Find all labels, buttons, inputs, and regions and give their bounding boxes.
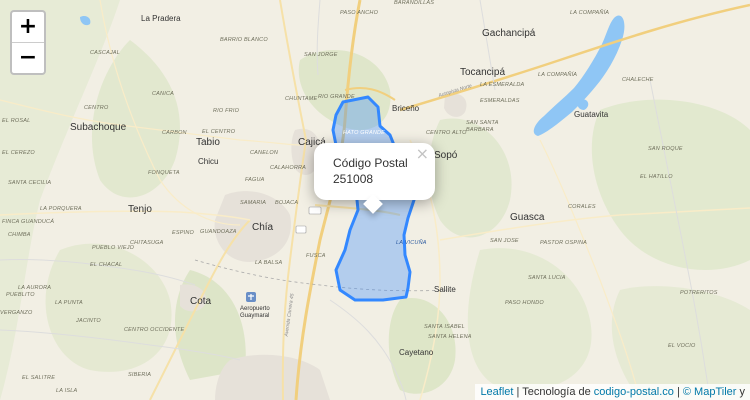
town-label: Sopó: [434, 150, 458, 161]
town-label: Chicu: [198, 157, 219, 166]
locality-label: Barandillas: [394, 0, 435, 6]
locality-label: Espino: [172, 230, 194, 236]
locality-label: Cascajal: [90, 50, 121, 56]
locality-label: Centro Occidente: [124, 327, 185, 333]
town-label: Cota: [190, 296, 212, 307]
town-label: Guatavita: [574, 110, 609, 119]
zoom-control: + −: [10, 10, 46, 75]
site-link[interactable]: codigo-postal.co: [594, 386, 674, 398]
locality-label: Hato Grande: [343, 130, 386, 136]
locality-label: Santa Helena: [428, 334, 472, 340]
locality-label: Bojaca: [275, 200, 299, 206]
locality-label: San Roque: [648, 146, 683, 152]
popup-content: Código Postal 251008: [333, 155, 408, 187]
locality-label: El Cerezo: [2, 150, 35, 156]
town-label: Briceño: [392, 104, 420, 113]
close-icon[interactable]: ×: [416, 144, 429, 163]
attribution-text: | Tecnología de: [513, 386, 594, 398]
town-label: Gachancipá: [482, 28, 536, 39]
locality-label: El Rosal: [2, 118, 31, 124]
locality-label: Pastor Ospina: [540, 240, 588, 246]
town-label: La Pradera: [141, 14, 181, 23]
locality-label: Chitasuga: [130, 240, 164, 246]
town-label: Tocancipá: [460, 67, 506, 78]
locality-label: La Isla: [56, 388, 78, 394]
locality-label: El Chacal: [90, 262, 123, 268]
town-label: Tabio: [196, 137, 220, 148]
locality-label: El Centro: [202, 129, 236, 135]
town-label: Chía: [252, 222, 274, 233]
locality-label: Santa Cecilia: [8, 180, 52, 186]
locality-label: Esmeraldas: [480, 98, 520, 104]
locality-label: Centro Alto: [426, 130, 467, 136]
locality-label: Guandoaza: [200, 229, 237, 235]
maptiler-link[interactable]: © MapTiler: [683, 386, 737, 398]
locality-label: La Porquera: [40, 206, 82, 212]
locality-label: El Vocio: [668, 343, 696, 349]
locality-label: Rio Frio: [213, 108, 240, 114]
locality-label: San Jorge: [304, 52, 338, 58]
locality-label: Fagua: [245, 177, 265, 183]
locality-label: El Hatillo: [640, 174, 673, 180]
locality-label: Chimba: [8, 232, 31, 238]
locality-label: Santa Lucia: [528, 275, 566, 281]
leaflet-link[interactable]: Leaflet: [480, 386, 513, 398]
locality-label: Paso Ancho: [340, 10, 379, 16]
locality-label: Centro: [84, 105, 109, 111]
locality-label: Verganzo: [0, 310, 33, 316]
locality-label: Finca Guanducá: [2, 219, 55, 225]
postal-code-value: 251008: [333, 172, 374, 186]
popup-title: Código Postal: [333, 156, 408, 170]
locality-label: Carbon: [162, 130, 187, 136]
locality-label: Corales: [568, 204, 596, 210]
locality-label: San Santa Barbara: [466, 120, 499, 133]
locality-label: Siberia: [128, 372, 152, 378]
town-label: Subachoque: [70, 122, 127, 133]
locality-label: Santa Isabel: [424, 324, 465, 330]
locality-label: Chuntame: [285, 96, 318, 102]
attribution-tail: y: [736, 386, 745, 398]
locality-label: La Compañía: [570, 10, 610, 16]
locality-label: La Esmeralda: [480, 82, 525, 88]
locality-label: El Salitre: [22, 375, 56, 381]
locality-label: Chaleche: [622, 77, 654, 83]
attribution-separator: |: [673, 386, 683, 398]
locality-label: Calahorra: [270, 165, 307, 171]
locality-label: Pueblito: [6, 292, 35, 298]
zoom-in-button[interactable]: +: [12, 12, 44, 42]
town-label: Cayetano: [399, 348, 434, 357]
zoom-out-button[interactable]: −: [12, 42, 44, 73]
locality-label: Fusca: [306, 253, 326, 259]
locality-label: La Punta: [55, 300, 83, 306]
locality-label: La Compañía: [538, 72, 578, 78]
locality-label: Canica: [152, 91, 174, 97]
map-view[interactable]: Gachancipá Tocancipá Guatavita Subachoqu…: [0, 0, 750, 400]
locality-label: La Vicuña: [396, 240, 427, 246]
attribution-bar: Leaflet | Tecnología de codigo-postal.co…: [475, 384, 750, 400]
locality-label: Fonqueta: [148, 170, 180, 176]
postal-code-popup: × Código Postal 251008: [314, 143, 435, 214]
locality-label: Paso Hondo: [505, 300, 544, 306]
locality-label: Canelon: [250, 150, 278, 156]
locality-label: San Jose: [490, 238, 519, 244]
locality-label: Samaria: [240, 200, 267, 206]
town-label: Sallite: [434, 285, 456, 294]
locality-label: Potreritos: [680, 290, 718, 296]
town-label: Guasca: [510, 212, 545, 223]
locality-label: Rio Grande: [318, 94, 355, 100]
locality-label: La Aurora: [18, 285, 52, 291]
locality-label: La Balsa: [255, 260, 283, 266]
locality-label: Jacinto: [76, 318, 101, 324]
locality-label: Barrio Blanco: [220, 37, 268, 43]
locality-label: Pueblo Viejo: [92, 245, 135, 251]
town-label: Tenjo: [128, 204, 152, 215]
